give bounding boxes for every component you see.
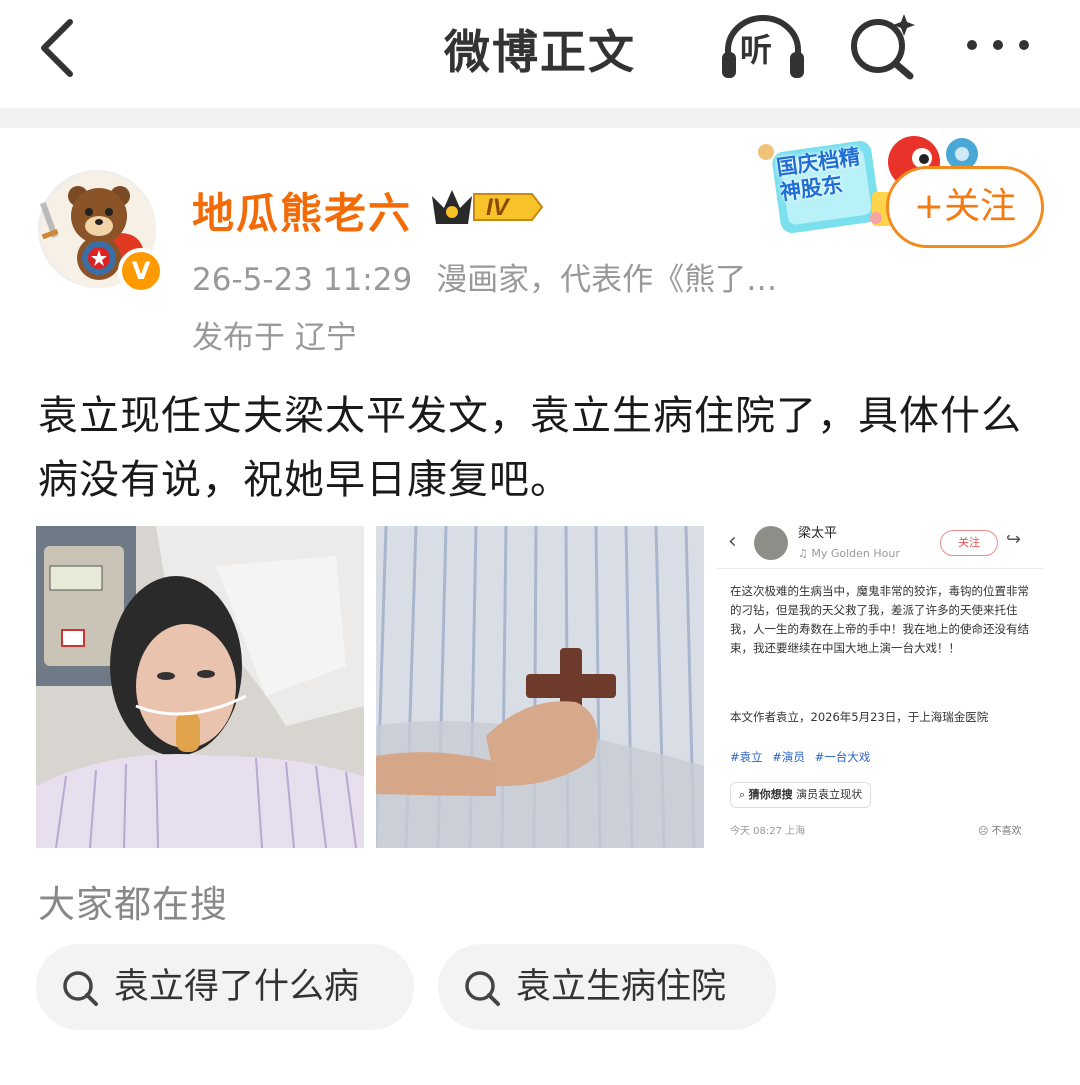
back-button[interactable]	[30, 12, 90, 82]
screenshot-guess-value: 演员袁立现状	[796, 788, 863, 801]
top-nav-bar: 微博正文 听	[0, 0, 1080, 108]
post-content: 袁立现任丈夫梁太平发文，袁立生病住院了，具体什么病没有说，祝她早日康复吧。	[38, 393, 1022, 503]
screenshot-back-icon: ‹	[728, 529, 737, 554]
screenshot-tag: #袁立	[730, 750, 763, 764]
post-meta: 26-5-23 11:29 漫画家，代表作《熊了…	[192, 254, 801, 299]
screenshot-time: 今天 08:27 上海	[730, 826, 806, 837]
hot-search-label: 袁立得了什么病	[114, 967, 360, 1007]
screenshot-divider	[716, 568, 1044, 569]
listen-button[interactable]: 听	[718, 12, 808, 82]
search-icon	[465, 971, 500, 1006]
author-bio: 漫画家，代表作《熊了…	[436, 262, 778, 298]
screenshot-signature: 本文作者袁立，2026年5月23日，于上海瑞金医院	[730, 710, 989, 724]
screenshot-tags: #袁立 #演员 #一台大戏	[730, 748, 876, 767]
search-button[interactable]	[846, 10, 922, 82]
search-sparkle-icon	[851, 14, 915, 80]
hospital-bed-photo	[36, 526, 364, 848]
screenshot-song: ♫ My Golden Hour	[798, 547, 900, 560]
screenshot-avatar	[754, 526, 788, 560]
screenshot-guess-box: ⌕ 猜你想搜 演员袁立现状	[730, 782, 872, 808]
hot-search-chip[interactable]: 袁立得了什么病	[36, 944, 414, 1030]
chevron-left-icon	[41, 19, 73, 77]
more-dots-icon	[967, 40, 1029, 50]
screenshot-dislike-label: 不喜欢	[991, 826, 1022, 837]
weibo-screenshot: ‹ 梁太平 ♫ My Golden Hour 关注 ↪ 在这次极难的生病当中，魔…	[716, 526, 1044, 848]
follow-button[interactable]: +关注	[886, 166, 1044, 248]
screenshot-dislike-icon: ☹	[978, 826, 989, 837]
hand-holding-cross-photo	[376, 526, 704, 848]
screenshot-dislike: ☹ 不喜欢	[978, 822, 1022, 841]
screenshot-guess-label: 猜你想搜	[748, 788, 793, 801]
section-divider	[0, 108, 1080, 128]
post-image-2[interactable]	[376, 526, 704, 848]
verified-badge: V	[118, 248, 164, 294]
hot-search-title: 大家都在搜	[38, 883, 228, 926]
screenshot-search-icon: ⌕	[739, 788, 749, 801]
search-icon	[63, 971, 98, 1006]
screenshot-tag: #演员	[772, 750, 805, 764]
post-image-1[interactable]	[36, 526, 364, 848]
screenshot-share-icon: ↪	[1006, 529, 1022, 550]
more-options-button[interactable]	[962, 20, 1034, 70]
screenshot-follow-button: 关注	[940, 530, 998, 556]
screenshot-body: 在这次极难的生病当中，魔鬼非常的狡诈，毒钩的位置非常的刁钻，但是我的天父救了我，…	[730, 584, 1029, 655]
post-time: 26-5-23 11:29	[192, 262, 413, 298]
screenshot-author-name: 梁太平	[798, 526, 838, 541]
screenshot-tag: #一台大戏	[814, 750, 871, 764]
post-image-3[interactable]: ‹ 梁太平 ♫ My Golden Hour 关注 ↪ 在这次极难的生病当中，魔…	[716, 526, 1044, 848]
hot-search-label: 袁立生病住院	[516, 967, 727, 1007]
hot-search-chip[interactable]: 袁立生病住院	[438, 944, 776, 1030]
level-label: IV	[486, 194, 511, 221]
listen-label: 听	[740, 31, 773, 69]
post-location: 发布于 辽宁	[192, 320, 357, 356]
crown-level-icon: IV	[432, 190, 544, 224]
author-name[interactable]: 地瓜熊老六	[192, 180, 412, 241]
